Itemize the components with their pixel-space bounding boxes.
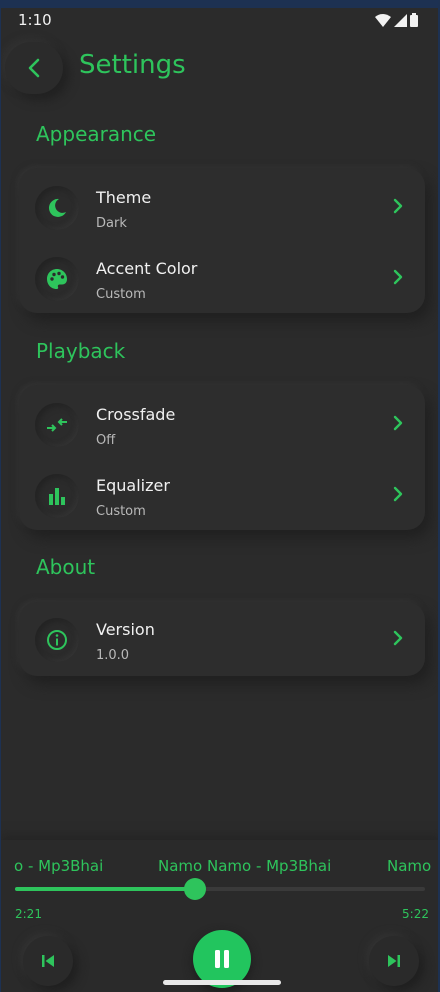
chevron-right-icon — [393, 486, 403, 502]
setting-label: Version — [96, 620, 155, 639]
track-title-marquee: o - Mp3Bhai Namo Namo - Mp3Bhai Namo — [1, 850, 438, 874]
chevron-right-icon — [393, 198, 403, 214]
total-time: 5:22 — [402, 907, 429, 921]
section-title-about: About — [36, 555, 96, 579]
setting-row-theme[interactable]: Theme Dark — [19, 172, 425, 242]
playback-card: Crossfade Off Equalizer Custom — [19, 385, 425, 530]
about-card: Version 1.0.0 — [19, 602, 425, 676]
seek-bar-thumb[interactable] — [184, 878, 207, 900]
marquee-text: o - Mp3Bhai — [14, 857, 104, 874]
marquee-text: Namo — [387, 857, 432, 874]
info-icon — [35, 618, 79, 662]
next-button[interactable] — [369, 936, 419, 986]
app-bar: Settings — [1, 38, 438, 98]
status-icons — [375, 13, 418, 27]
skip-next-icon — [388, 955, 400, 967]
home-indicator[interactable] — [163, 980, 281, 985]
setting-row-crossfade[interactable]: Crossfade Off — [19, 389, 425, 459]
setting-row-version[interactable]: Version 1.0.0 — [19, 604, 425, 674]
previous-button[interactable] — [23, 936, 73, 986]
section-title-playback: Playback — [36, 339, 126, 363]
setting-value: Custom — [96, 504, 146, 519]
setting-row-accent-color[interactable]: Accent Color Custom — [19, 243, 425, 313]
seek-bar[interactable] — [15, 878, 425, 900]
setting-value: 1.0.0 — [96, 648, 130, 663]
status-bar: 1:10 — [1, 8, 438, 34]
setting-value: Off — [96, 433, 116, 448]
appearance-card: Theme Dark Accent Color Custom — [19, 168, 425, 313]
setting-value: Custom — [96, 287, 146, 302]
signal-icon — [394, 14, 407, 27]
back-arrow-icon — [28, 58, 40, 78]
skip-previous-icon — [42, 955, 54, 967]
settings-screen: 1:10 Settings Appearance Theme Dark Acce… — [0, 0, 440, 992]
marquee-text: Namo Namo - Mp3Bhai — [158, 857, 332, 874]
setting-label: Theme — [96, 188, 152, 207]
palette-icon — [35, 257, 79, 301]
wifi-icon — [375, 14, 391, 27]
setting-row-equalizer[interactable]: Equalizer Custom — [19, 460, 425, 530]
back-button[interactable] — [5, 42, 63, 94]
mini-player: o - Mp3Bhai Namo Namo - Mp3Bhai Namo 2:2… — [1, 840, 438, 992]
section-title-appearance: Appearance — [36, 122, 157, 146]
setting-label: Accent Color — [96, 259, 198, 278]
equalizer-icon — [35, 474, 79, 518]
pause-icon — [215, 950, 229, 968]
page-title: Settings — [79, 50, 186, 80]
seek-bar-progress — [15, 887, 196, 891]
moon-icon — [35, 186, 79, 230]
setting-label: Crossfade — [96, 405, 176, 424]
setting-value: Dark — [96, 216, 127, 231]
setting-label: Equalizer — [96, 476, 170, 495]
status-time: 1:10 — [18, 11, 52, 29]
battery-icon — [410, 13, 418, 27]
chevron-right-icon — [393, 269, 403, 285]
chevron-right-icon — [393, 415, 403, 431]
elapsed-time: 2:21 — [15, 907, 42, 921]
chevron-right-icon — [393, 630, 403, 646]
crossfade-icon — [35, 403, 79, 447]
